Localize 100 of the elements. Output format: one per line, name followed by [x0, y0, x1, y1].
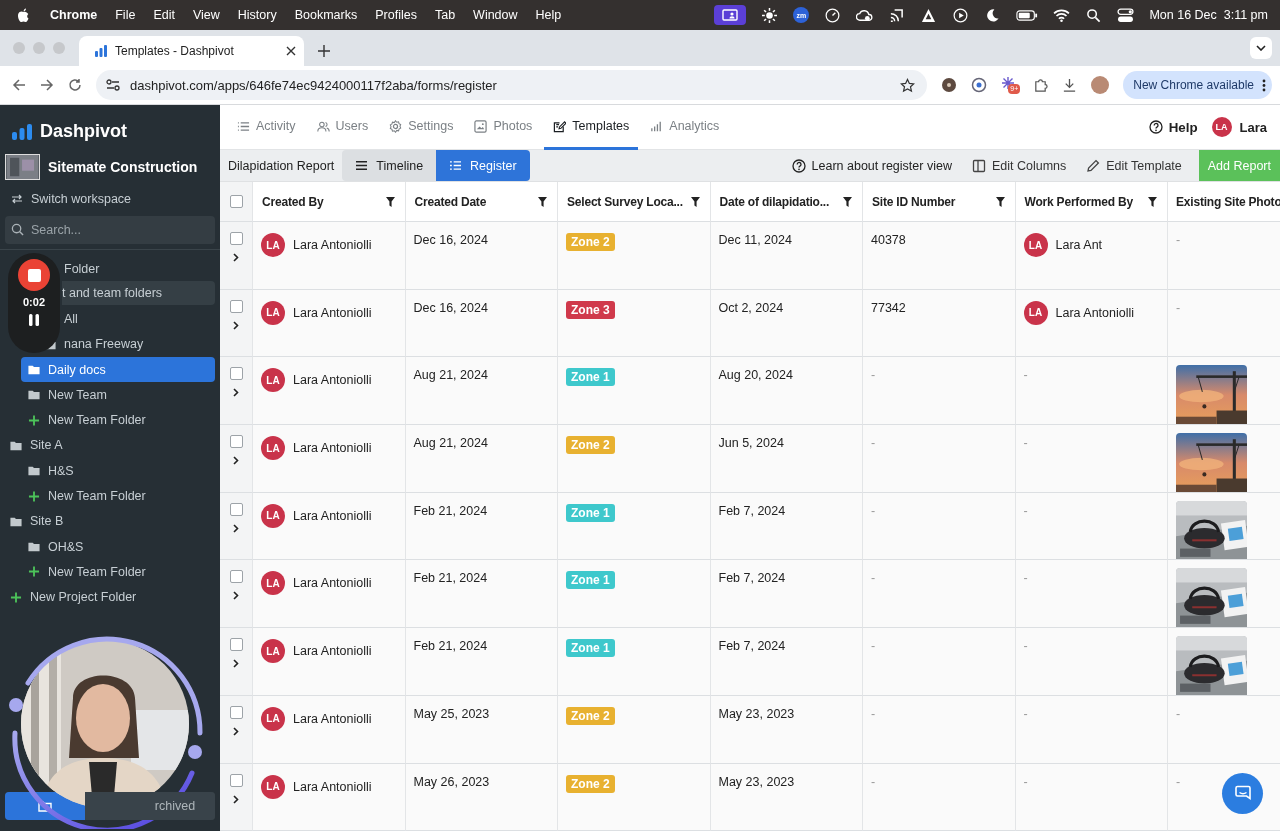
search-field[interactable]: Search... [5, 216, 215, 244]
wifi-icon[interactable] [1053, 7, 1071, 23]
sidebar-item[interactable]: New Team Folder [0, 559, 215, 585]
checkbox[interactable] [229, 705, 243, 719]
column-header[interactable]: Site ID Number [863, 182, 1016, 222]
column-header[interactable]: Select Survey Loca... [558, 182, 711, 222]
star-icon[interactable] [900, 77, 916, 93]
checkbox[interactable] [229, 435, 243, 449]
close-icon[interactable] [286, 46, 296, 56]
back-icon[interactable] [12, 78, 26, 92]
sidebar-item[interactable]: t and team folders [62, 281, 215, 306]
checkbox[interactable] [229, 367, 243, 381]
user-avatar[interactable]: LA [1211, 117, 1232, 137]
checkbox[interactable] [229, 570, 243, 584]
checkbox[interactable] [229, 773, 243, 787]
workspace-name[interactable]: Sitemate Construction [48, 159, 198, 175]
filter-icon[interactable] [385, 196, 395, 207]
triangle-icon[interactable] [920, 7, 938, 23]
update-button[interactable]: New Chrome available [1123, 71, 1272, 99]
checkbox[interactable] [229, 232, 243, 245]
stop-recording-button[interactable] [18, 259, 50, 291]
screen-share-icon[interactable] [714, 5, 747, 25]
column-header[interactable]: Work Performed By [1015, 182, 1168, 222]
expand-icon[interactable] [233, 388, 239, 398]
switch-workspace-link[interactable]: Switch workspace [0, 182, 220, 214]
extension-icon[interactable] [941, 77, 958, 93]
control-center-icon[interactable] [1117, 7, 1135, 23]
expand-icon[interactable] [233, 726, 239, 736]
menu-item[interactable]: Bookmarks [294, 8, 358, 22]
expand-icon[interactable] [233, 794, 239, 804]
menu-item[interactable]: Chrome [50, 8, 98, 22]
puzzle-icon[interactable] [1033, 77, 1049, 93]
nav-tab[interactable]: Settings [380, 105, 463, 150]
sidebar-item[interactable]: All [62, 306, 78, 332]
menu-item[interactable]: History [237, 8, 277, 22]
menu-item[interactable]: Edit [153, 8, 175, 22]
sidebar-item[interactable]: New Team [0, 382, 215, 408]
sidebar-item[interactable]: New Project Folder [0, 584, 215, 610]
filter-icon[interactable] [995, 196, 1005, 207]
sidebar-item[interactable]: Daily docs [21, 356, 215, 383]
expand-icon[interactable] [233, 456, 239, 466]
gauge-icon[interactable] [824, 7, 842, 23]
battery-icon[interactable] [1016, 7, 1039, 23]
user-name[interactable]: Lara [1239, 119, 1267, 135]
column-header[interactable]: Date of dilapidatio... [710, 182, 863, 222]
tab-list-button[interactable] [1250, 37, 1272, 59]
menu-item[interactable]: File [115, 8, 136, 22]
expand-icon[interactable] [233, 659, 239, 669]
sidebar-item[interactable]: New Team Folder [0, 483, 215, 509]
site-settings-icon[interactable] [106, 79, 120, 91]
sidebar-item[interactable]: Folder [62, 256, 100, 282]
address-bar[interactable]: dashpivot.com/apps/646fe74ec9424000117f2aba/forms/register [96, 70, 928, 100]
sidebar-item[interactable]: H&S [0, 458, 215, 484]
edit-columns-button[interactable]: Edit Columns [971, 158, 1067, 173]
sidebar-item[interactable]: OH&S [0, 533, 215, 560]
menu-item[interactable]: Tab [434, 8, 456, 22]
checkbox[interactable] [229, 195, 243, 208]
expand-icon[interactable] [233, 253, 239, 262]
expand-icon[interactable] [233, 591, 239, 601]
menu-item[interactable]: Help [535, 8, 562, 22]
menu-item[interactable]: Window [473, 8, 518, 22]
reload-icon[interactable] [68, 78, 82, 92]
chat-button[interactable] [1222, 773, 1263, 814]
filter-tab[interactable]: rchived [85, 792, 215, 820]
checkbox[interactable] [229, 502, 243, 516]
nav-tab[interactable]: Activity [228, 105, 305, 150]
more-icon[interactable] [1262, 78, 1266, 92]
nav-tab[interactable]: Users [307, 105, 378, 150]
sun-icon[interactable] [761, 7, 779, 23]
pause-icon[interactable] [27, 313, 41, 327]
filter-icon[interactable] [843, 196, 852, 207]
column-header[interactable]: Created Date [405, 182, 558, 222]
sidebar-item[interactable]: Site A [0, 432, 215, 459]
nav-tab[interactable]: Analytics [641, 105, 729, 150]
browser-tab[interactable]: Templates - Dashpivot [79, 36, 304, 66]
cast-icon[interactable] [888, 7, 906, 23]
checkbox[interactable] [229, 638, 243, 652]
menu-item[interactable]: Profiles [375, 8, 417, 22]
filter-icon[interactable] [1148, 196, 1157, 207]
filter-icon[interactable] [690, 196, 700, 207]
column-header[interactable]: Created By [253, 182, 406, 222]
expand-icon[interactable] [233, 523, 239, 533]
learn-link[interactable]: Learn about register view [791, 158, 952, 173]
menu-item[interactable]: View [192, 8, 220, 22]
menu-clock[interactable]: Mon 16 Dec 3:11 pm [1149, 8, 1268, 22]
edit-template-button[interactable]: Edit Template [1086, 158, 1182, 173]
apple-icon[interactable] [17, 7, 30, 23]
expand-icon[interactable] [233, 320, 239, 330]
search-icon[interactable] [1085, 7, 1103, 23]
extension-icon[interactable] [971, 77, 988, 93]
forward-icon[interactable] [40, 78, 54, 92]
new-tab-icon[interactable] [318, 45, 330, 57]
view-toggle[interactable]: Timeline [342, 150, 437, 181]
checkbox[interactable] [229, 299, 243, 313]
cloud-icon[interactable] [856, 7, 874, 23]
play-icon[interactable] [952, 7, 970, 23]
sidebar-item[interactable]: New Team Folder [0, 407, 215, 433]
help-button[interactable]: Help [1148, 119, 1198, 135]
download-icon[interactable] [1062, 77, 1078, 93]
sidebar-item[interactable]: Site B [0, 508, 215, 534]
